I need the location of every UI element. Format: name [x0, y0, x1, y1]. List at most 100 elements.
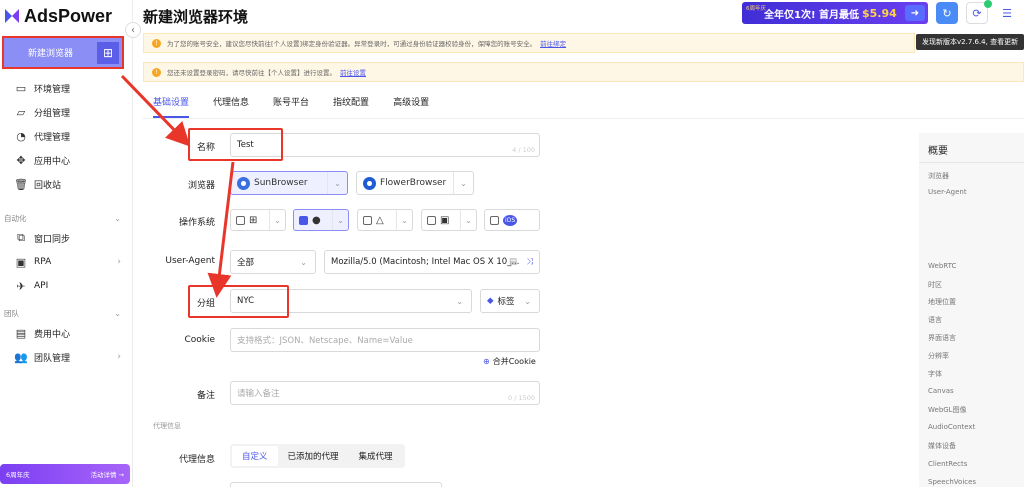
logo[interactable]: AdsPower — [4, 6, 112, 26]
sync-icon: ⧉ — [17, 231, 25, 244]
nav-team: 团队 ⌄ ▤ 费用中心 👥 团队管理 › — [0, 305, 133, 369]
overview-item: 时区 — [928, 281, 942, 289]
tab-basic[interactable]: 基础设置 — [153, 96, 190, 118]
chevron-down-icon[interactable]: ⌄ — [269, 210, 285, 230]
tag-select[interactable]: ◆ 标签 ⌄ — [480, 289, 540, 313]
os-option-linux[interactable]: △ ⌄ — [357, 209, 413, 231]
overview-title: 概要 — [928, 146, 948, 157]
alert-password: ! 您还未设置登录密码，请尽快前往【个人设置】进行设置。 前往设置 — [143, 62, 1024, 82]
apple-icon: ● — [312, 214, 321, 226]
add-icon[interactable]: ⊞ — [97, 41, 119, 64]
sidebar-item-apps[interactable]: ✥ 应用中心 — [0, 148, 133, 172]
note-input[interactable]: 请输入备注 0 / 1500 — [230, 381, 540, 405]
browser-option-sunbrowser[interactable]: SunBrowser ⌄ — [230, 171, 348, 195]
chevron-down-icon: ⌄ — [114, 213, 121, 223]
tab-fingerprint[interactable]: 指纹配置 — [333, 96, 369, 118]
chevron-down-icon[interactable]: ⌄ — [460, 210, 476, 230]
settings-tabs: 基础设置 代理信息 账号平台 指纹配置 高级设置 — [153, 96, 453, 118]
cookie-input[interactable]: 支持格式：JSON、Netscape、Name=Value — [230, 328, 540, 352]
shuffle-icon[interactable]: ⤨ — [526, 257, 533, 267]
overview-divider — [919, 162, 1024, 163]
ua-filter-select[interactable]: 全部 ⌄ — [230, 250, 316, 274]
overview-item: 语言 — [928, 316, 942, 324]
sidebar-item-rpa[interactable]: ▣ RPA › — [0, 250, 133, 274]
nav-main: ▭ 环境管理 ▱ 分组管理 ◔ 代理管理 ✥ 应用中心 🗑 回收站 — [0, 76, 133, 196]
chevron-down-icon[interactable]: ⌄ — [396, 210, 412, 230]
chevron-down-icon: ⌄ — [524, 296, 531, 306]
refresh-button[interactable]: ↻ — [936, 2, 958, 24]
ua-input[interactable]: Mozilla/5.0 (Macintosh; Intel Mac OS X 1… — [324, 250, 540, 274]
os-option-windows[interactable]: ⊞ ⌄ — [230, 209, 286, 231]
update-tooltip[interactable]: 发现新版本v2.7.6.4, 查看更新 — [916, 34, 1024, 50]
sidebar-item-sync[interactable]: ⧉ 窗口同步 — [0, 226, 133, 250]
os-option-ios[interactable]: iOS — [484, 209, 540, 231]
refresh-icon: ↻ — [942, 6, 952, 20]
api-icon: ✈ — [16, 279, 26, 293]
sidebar-item-env[interactable]: ▭ 环境管理 — [0, 76, 133, 100]
warning-icon: ! — [152, 67, 161, 77]
section-team[interactable]: 团队 ⌄ — [0, 305, 133, 321]
set-password-link[interactable]: 前往设置 — [340, 67, 366, 77]
highlight-name — [188, 128, 283, 161]
rpa-icon: ▣ — [15, 255, 27, 269]
bind-link[interactable]: 前往绑定 — [540, 38, 566, 48]
update-icon: ⟳ — [972, 6, 982, 20]
folder-icon: ▱ — [16, 105, 26, 119]
sidebar-item-billing[interactable]: ▤ 费用中心 — [0, 321, 133, 345]
os-label: 操作系统 — [178, 218, 215, 228]
proxy-option-saved[interactable]: 已添加的代理 — [278, 446, 349, 466]
checkbox[interactable] — [427, 215, 436, 225]
ua-label: User-Agent — [165, 256, 215, 266]
trash-icon: 🗑 — [14, 177, 28, 191]
cookie-label: Cookie — [184, 335, 215, 345]
overview-item: 地理位置 — [928, 298, 956, 306]
os-option-macos[interactable]: ● ⌄ — [293, 209, 349, 231]
overview-item: 浏览器 — [928, 172, 949, 180]
copy-icon[interactable]: ▤ — [509, 257, 517, 267]
overview-item: 媒体设备 — [928, 442, 956, 450]
promo-banner[interactable]: 6周年庆 活动详情 → — [0, 464, 130, 484]
merge-cookie-button[interactable]: ⊕ 合并Cookie — [483, 356, 536, 367]
promo-ad-banner[interactable]: 6周年庆 全年仅1次! 首月最低 $5.94 ➜ — [742, 2, 928, 24]
sidebar-item-proxy[interactable]: ◔ 代理管理 — [0, 124, 133, 148]
proxy-mode-segmented: 自定义 已添加的代理 集成代理 — [230, 444, 405, 468]
new-browser-button[interactable]: 新建浏览器 ⊞ — [2, 36, 124, 69]
sidebar-item-group[interactable]: ▱ 分组管理 — [0, 100, 133, 124]
overview-panel: 概要 浏览器 User-Agent WebRTC 时区 地理位置 语言 界面语言… — [919, 133, 1024, 487]
proxy-option-custom[interactable]: 自定义 — [232, 446, 278, 466]
plus-circle-icon: ⊕ — [483, 357, 490, 366]
sidebar-item-trash[interactable]: 🗑 回收站 — [0, 172, 133, 196]
tabs-divider — [143, 118, 1024, 119]
window-icon: ▭ — [15, 81, 27, 95]
windows-icon: ⊞ — [249, 214, 258, 226]
nav-automation: 自动化 ⌄ ⧉ 窗口同步 ▣ RPA › ✈ API — [0, 210, 133, 298]
proxy-option-integrated[interactable]: 集成代理 — [349, 446, 403, 466]
page-title: 新建浏览器环境 — [143, 8, 249, 26]
proxy-type-input[interactable] — [230, 482, 442, 487]
checkbox[interactable] — [490, 215, 499, 225]
overview-item: WebGL图像 — [928, 406, 967, 414]
logo-text: AdsPower — [24, 5, 113, 26]
sidebar-item-team[interactable]: 👥 团队管理 › — [0, 345, 133, 369]
collapse-sidebar-button[interactable]: ‹ — [125, 22, 141, 38]
chevron-down-icon[interactable]: ⌄ — [327, 172, 347, 194]
os-option-android[interactable]: ▣ ⌄ — [421, 209, 477, 231]
billing-icon: ▤ — [15, 326, 27, 340]
menu-button[interactable]: ☰ — [996, 2, 1018, 24]
arrow-right-icon[interactable]: ➜ — [905, 5, 925, 21]
chevron-down-icon[interactable]: ⌄ — [332, 210, 348, 230]
checkbox[interactable] — [236, 215, 245, 225]
tab-advanced[interactable]: 高级设置 — [393, 96, 429, 118]
browser-option-flowerbrowser[interactable]: FlowerBrowser ⌄ — [356, 171, 474, 195]
tab-proxy[interactable]: 代理信息 — [213, 96, 249, 118]
section-automation[interactable]: 自动化 ⌄ — [0, 210, 133, 226]
checkbox[interactable] — [363, 215, 372, 225]
tab-accounts[interactable]: 账号平台 — [273, 96, 309, 118]
linux-icon: △ — [376, 214, 384, 226]
checkbox-checked[interactable] — [299, 215, 308, 225]
sidebar-item-api[interactable]: ✈ API — [0, 274, 133, 298]
chevron-right-icon: › — [117, 257, 121, 267]
overview-item: ClientRects — [928, 460, 968, 468]
warning-icon: ! — [152, 38, 161, 48]
chevron-down-icon[interactable]: ⌄ — [453, 172, 473, 194]
